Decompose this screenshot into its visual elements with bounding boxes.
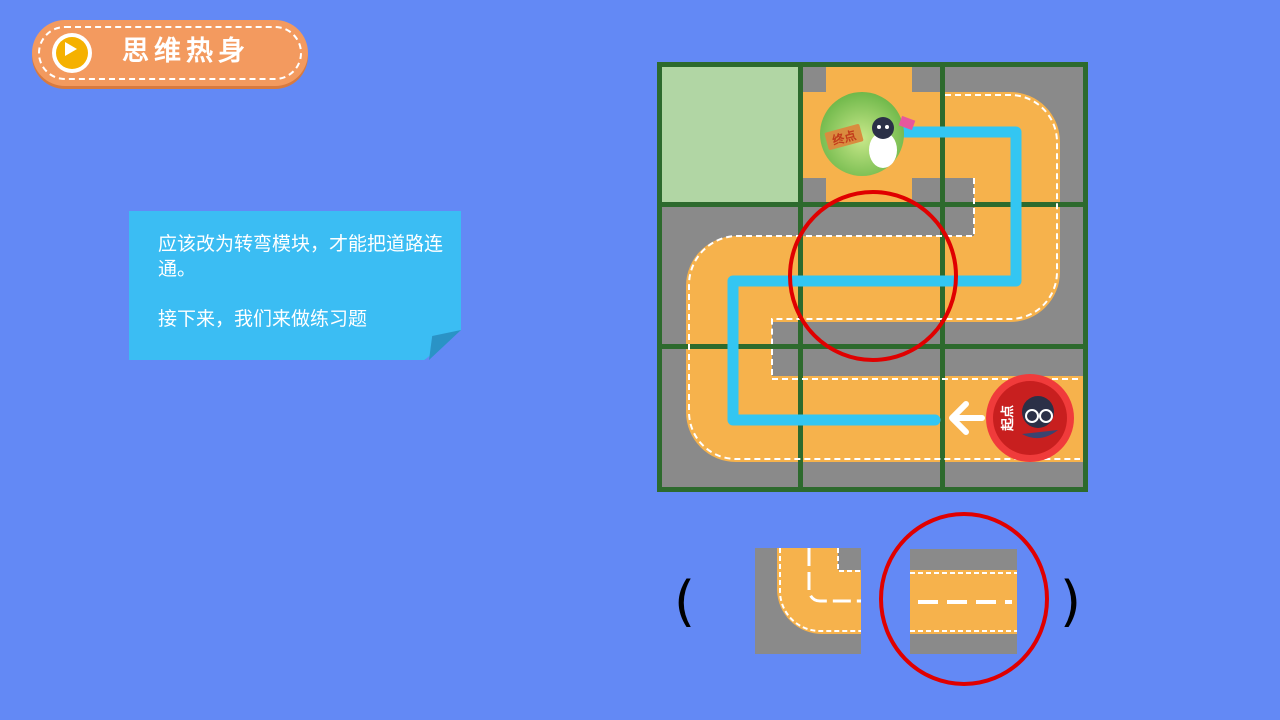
option-curve-tile[interactable]	[755, 548, 861, 654]
start-marker: 起点	[986, 374, 1074, 462]
empty-tile	[662, 67, 798, 202]
close-paren: )	[1060, 570, 1082, 633]
puzzle-board: 终点 起点	[657, 62, 1088, 492]
open-paren: (	[674, 570, 696, 633]
puzzle-graphics: 终点 起点	[657, 62, 1088, 686]
start-label: 起点	[1000, 405, 1016, 432]
option-straight-tile[interactable]	[910, 549, 1017, 654]
